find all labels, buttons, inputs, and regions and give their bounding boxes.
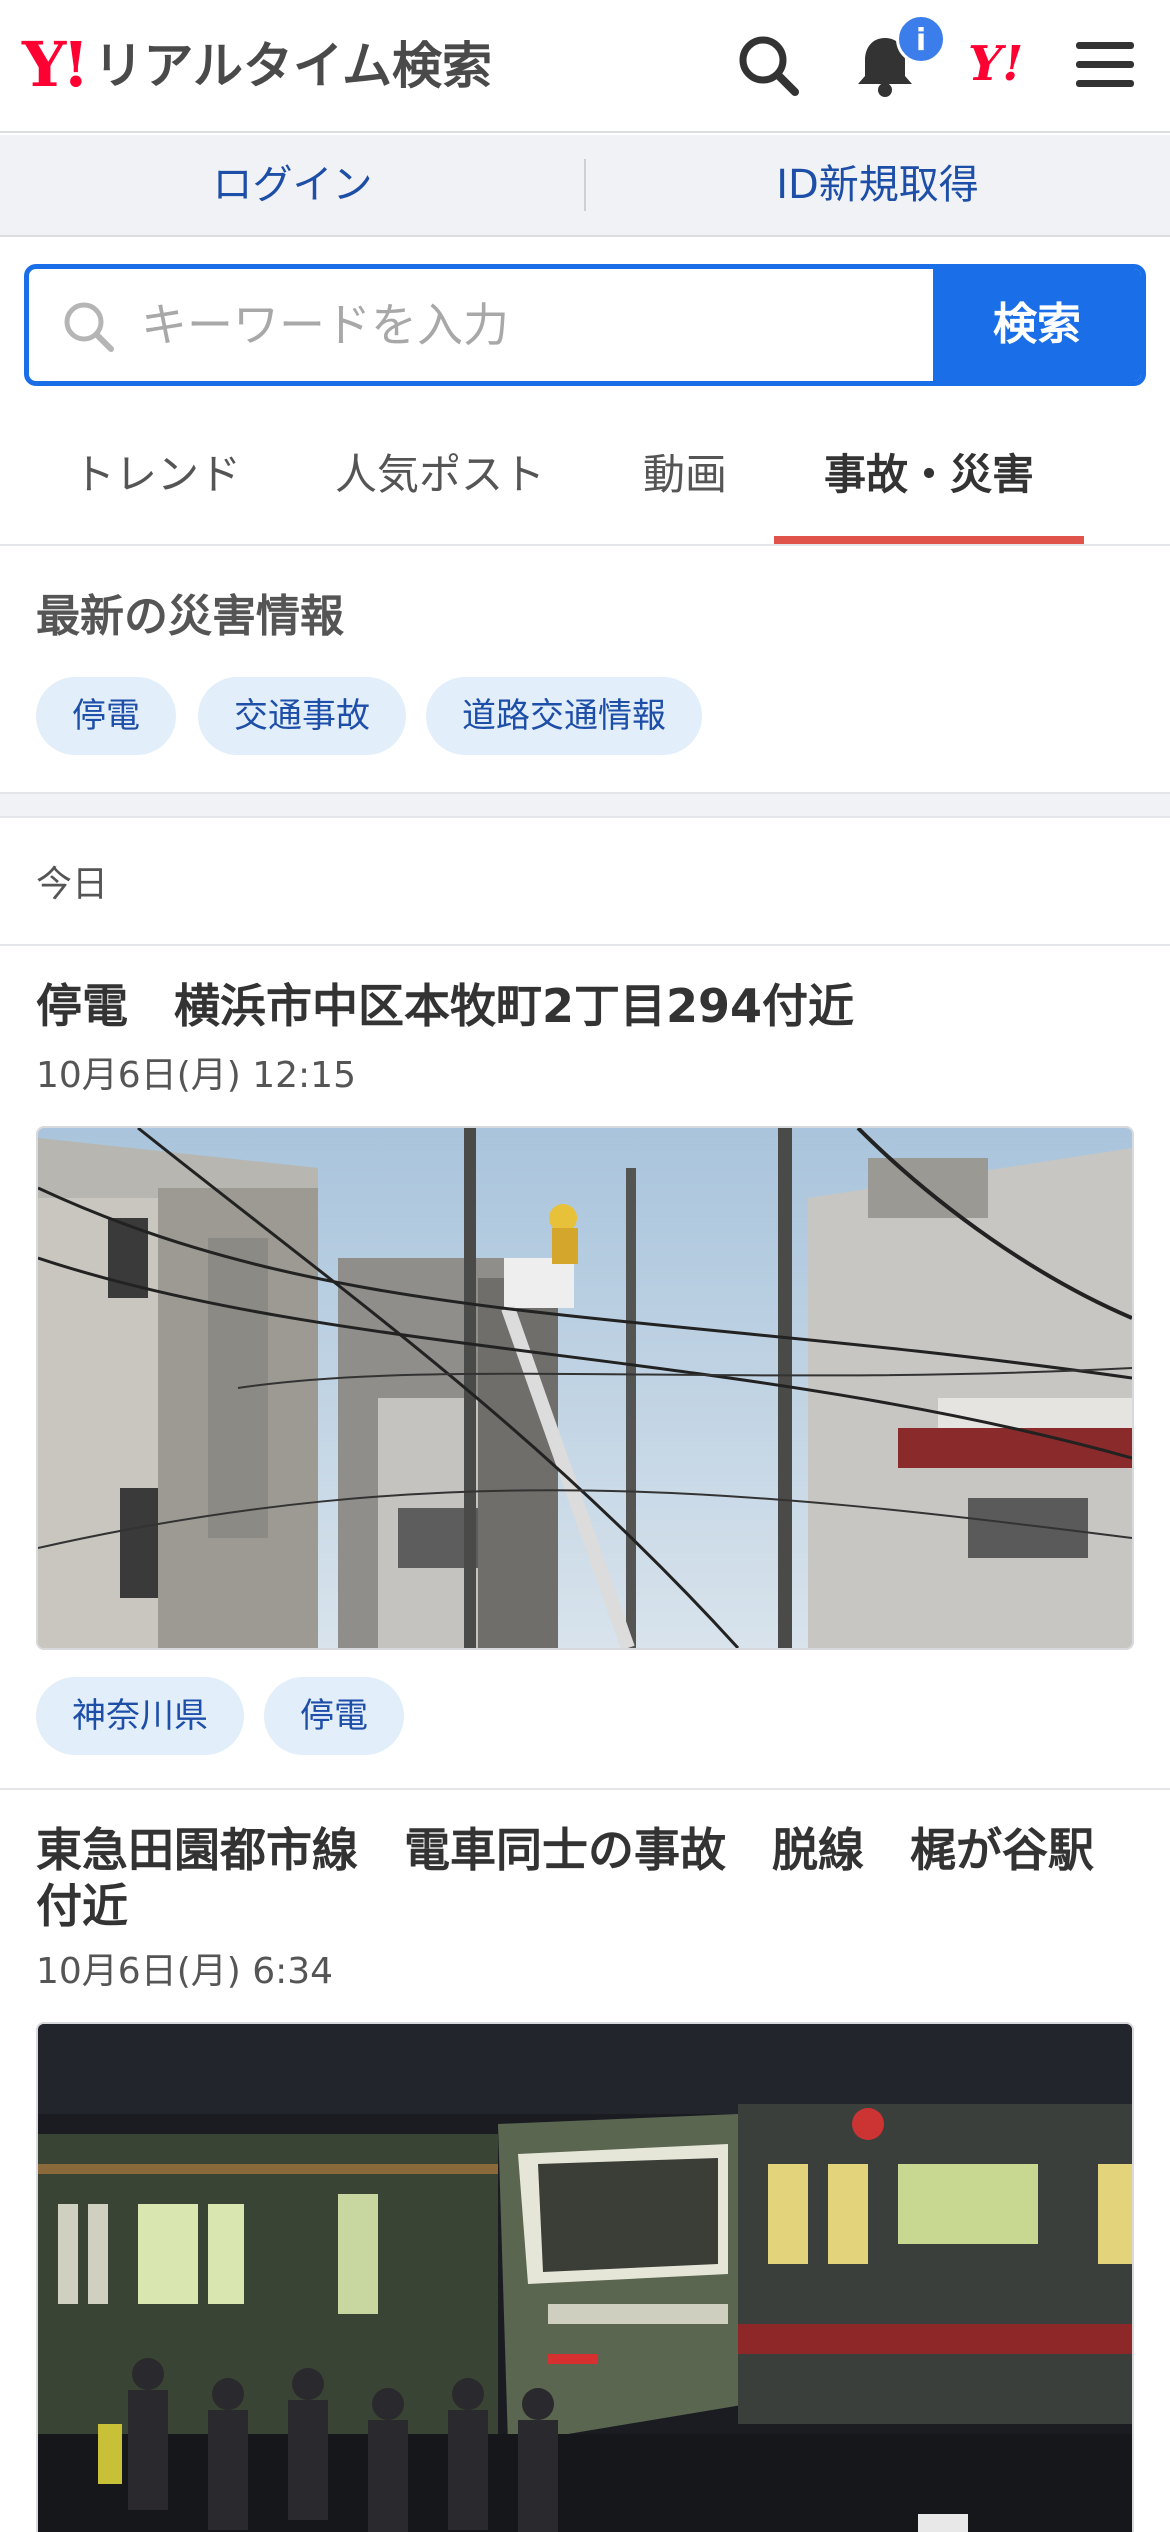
category-tabs: トレンド 人気ポスト 動画 事故・災害: [0, 410, 1170, 546]
menu-icon[interactable]: [1070, 30, 1140, 100]
article-date: 10月6日(月) 6:34: [36, 1951, 334, 1992]
chip-traffic-accident[interactable]: 交通事故: [198, 677, 406, 755]
tab-accident-disaster[interactable]: 事故・災害: [774, 410, 1084, 544]
article-photo[interactable]: [36, 2022, 1134, 2532]
date-group-label: 今日: [36, 864, 109, 905]
article-date: 10月6日(月) 12:15: [36, 1055, 356, 1096]
divider: [0, 1788, 1170, 1790]
signup-link[interactable]: ID新規取得: [585, 135, 1170, 235]
login-link[interactable]: ログイン: [0, 135, 585, 235]
search-button[interactable]: 検索: [933, 269, 1141, 381]
article-title[interactable]: 停電 横浜市中区本牧町2丁目294付近: [36, 978, 1136, 1034]
disaster-section-title: 最新の災害情報: [36, 591, 344, 642]
tag-kanagawa[interactable]: 神奈川県: [36, 1677, 244, 1755]
tab-trend[interactable]: トレンド: [40, 410, 274, 544]
yahoo-logo-mark: Y!: [22, 28, 90, 101]
search-box: 検索: [24, 264, 1146, 386]
notification-badge: i: [896, 14, 946, 64]
divider: [0, 944, 1170, 946]
account-bar: ログイン ID新規取得: [0, 135, 1170, 237]
search-input[interactable]: [29, 269, 937, 381]
article-photo[interactable]: [36, 1126, 1134, 1650]
tag-power-outage[interactable]: 停電: [264, 1677, 404, 1755]
logo-text: リアルタイム検索: [93, 37, 492, 95]
section-divider: [0, 792, 1170, 818]
chip-power-outage[interactable]: 停電: [36, 677, 176, 755]
article-title[interactable]: 東急田園都市線 電車同士の事故 脱線 梶が谷駅付近: [36, 1822, 1136, 1934]
tab-video[interactable]: 動画: [620, 410, 750, 544]
search-icon[interactable]: [733, 30, 803, 100]
yahoo-top-link[interactable]: Y!: [968, 34, 1023, 94]
chip-road-traffic-info[interactable]: 道路交通情報: [426, 677, 702, 755]
yahoo-realtime-logo[interactable]: Y! リアルタイム検索: [22, 34, 492, 96]
app-header: Y! リアルタイム検索 i Y!: [0, 0, 1170, 133]
tab-popular-posts[interactable]: 人気ポスト: [320, 410, 560, 544]
active-tab-indicator: [774, 536, 1084, 544]
